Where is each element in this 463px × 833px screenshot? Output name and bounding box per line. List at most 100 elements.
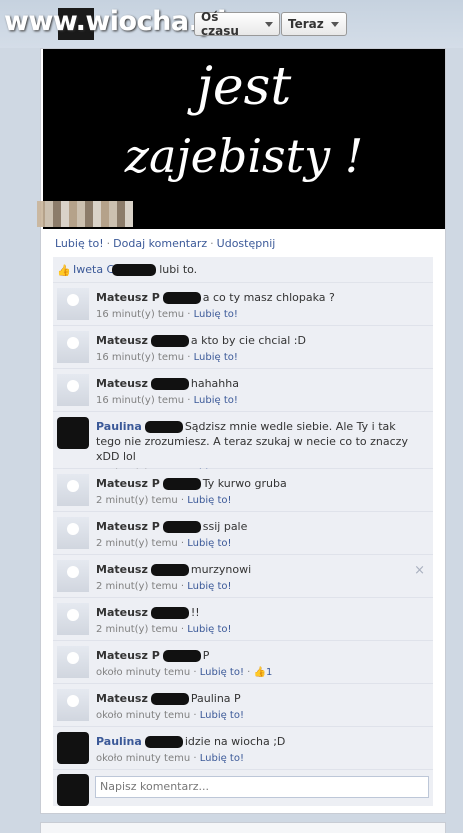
comment-text: Sądzisz mnie wedle siebie. Ale Ty i tak …: [96, 420, 408, 463]
comment-text: a co ty masz chlopaka ?: [202, 291, 335, 304]
comment-author[interactable]: Paulina: [96, 735, 142, 748]
redaction: [150, 564, 189, 576]
comment-like-link[interactable]: Lubię to!: [187, 581, 231, 592]
close-icon[interactable]: ×: [414, 563, 425, 578]
comment-body: Mateusz murzynowi 2 minut(y) temu · Lubię …: [96, 562, 421, 594]
share-link[interactable]: Udostępnij: [217, 237, 276, 250]
comment-avatar[interactable]: [57, 517, 89, 549]
comment-author[interactable]: Mateusz: [96, 692, 148, 705]
comment-body: Mateusz P ssij pale 2 minut(y) temu · Lubi…: [96, 519, 421, 551]
comment-item: Mateusz hahahha 16 minut(y) temu · Lubię t…: [53, 369, 433, 412]
comment-like-link[interactable]: Lubię to!: [187, 495, 231, 506]
comment-author[interactable]: Mateusz P: [96, 520, 160, 533]
comment-like-link[interactable]: Lubię to!: [194, 395, 238, 406]
timeline-label: Oś czasu: [201, 10, 239, 38]
comment-meta: 2 minut(y) temu · Lubię to!: [96, 581, 232, 592]
comment-meta: około minuty temu · Lubię to! · 👍1: [96, 667, 273, 678]
redaction: [112, 263, 157, 276]
comment-author[interactable]: Mateusz: [96, 563, 148, 576]
comment-time[interactable]: około minuty temu: [96, 710, 190, 721]
comment-time[interactable]: 2 minut(y) temu: [96, 495, 178, 506]
comment-item: Mateusz murzynowi 2 minut(y) temu · Lubię …: [53, 555, 433, 598]
comment-time[interactable]: 2 minut(y) temu: [96, 538, 178, 549]
comment-avatar[interactable]: [57, 603, 89, 635]
comment-avatar[interactable]: [57, 646, 89, 678]
comment-like-link[interactable]: Lubię to!: [200, 667, 244, 678]
post-actions: Lubię to! · Dodaj komentarz · Udostępnij: [55, 237, 276, 250]
comment-author[interactable]: Mateusz: [96, 377, 148, 390]
comment-time[interactable]: 16 minut(y) temu: [96, 309, 184, 320]
comment-body: Mateusz P a co ty masz chlopaka ? 16 minut…: [96, 290, 421, 322]
photo-text-line2: zajebisty !: [124, 129, 364, 183]
comment-item: Mateusz Paulina P około minuty temu · Lubi…: [53, 684, 433, 727]
comment-author[interactable]: Mateusz P: [96, 649, 160, 662]
comment-like-link[interactable]: Lubię to!: [187, 624, 231, 635]
redaction: [150, 693, 189, 705]
comment-time[interactable]: 2 minut(y) temu: [96, 624, 178, 635]
comment-author[interactable]: Mateusz P: [96, 291, 160, 304]
redaction: [144, 421, 183, 433]
redaction: [150, 607, 189, 619]
comment-item: Mateusz a kto by cie chcial :D 16 minut(y)…: [53, 326, 433, 369]
comment-avatar[interactable]: [57, 374, 89, 406]
comment-like-link[interactable]: Lubię to!: [194, 352, 238, 363]
comment-meta: około minuty temu · Lubię to!: [96, 753, 244, 764]
comment-time[interactable]: około minuty temu: [96, 667, 190, 678]
comment-time[interactable]: 2 minut(y) temu: [96, 581, 178, 592]
comment-avatar[interactable]: [57, 331, 89, 363]
current-user-avatar: [57, 774, 89, 806]
comment-body: Mateusz P Pokoło minuty temu · Lubię to! …: [96, 648, 421, 680]
add-comment-link[interactable]: Dodaj komentarz: [113, 237, 207, 250]
comment-meta: 16 minut(y) temu · Lubię to!: [96, 352, 238, 363]
comment-time[interactable]: 16 minut(y) temu: [96, 395, 184, 406]
comment-text: P: [202, 649, 210, 662]
comment-like-link[interactable]: Lubię to!: [200, 710, 244, 721]
likes-text: lubi to.: [159, 263, 198, 276]
now-dropdown[interactable]: Teraz: [281, 12, 347, 36]
comment-item: Paulina Sądzisz mnie wedle siebie. Ale Ty…: [53, 412, 433, 479]
comment-avatar[interactable]: [57, 732, 89, 764]
comment-item: Mateusz P ssij pale 2 minut(y) temu · Lubi…: [53, 512, 433, 555]
comment-text: murzynowi: [190, 563, 252, 576]
comment-avatar[interactable]: [57, 417, 89, 449]
comment-body: Mateusz Paulina P około minuty temu · Lubi…: [96, 691, 421, 723]
timeline-dropdown[interactable]: Oś czasu: [194, 10, 280, 38]
comment-time[interactable]: około minuty temu: [96, 753, 190, 764]
comment-like-link[interactable]: Lubię to!: [187, 538, 231, 549]
comment-time[interactable]: 16 minut(y) temu: [96, 352, 184, 363]
comment-meta: 16 minut(y) temu · Lubię to!: [96, 395, 238, 406]
comment-body: Paulina idzie na wiocha ;D około minuty te…: [96, 734, 421, 766]
like-link[interactable]: Lubię to!: [55, 237, 104, 250]
comment-item: Paulina idzie na wiocha ;D około minuty te…: [53, 727, 433, 770]
redaction: [162, 521, 201, 533]
comment-author[interactable]: Mateusz: [96, 334, 148, 347]
comment-author[interactable]: Paulina: [96, 420, 142, 433]
comment-like-link[interactable]: Lubię to!: [200, 753, 244, 764]
redaction: [162, 650, 201, 662]
comment-avatar[interactable]: [57, 288, 89, 320]
comment-text: ssij pale: [202, 520, 248, 533]
redaction: [150, 335, 189, 347]
comment-text: !!: [190, 606, 200, 619]
comment-meta: 2 minut(y) temu · Lubię to!: [96, 538, 232, 549]
watermark: www.wiocha.pl: [4, 6, 226, 37]
comment-avatar[interactable]: [57, 689, 89, 721]
comment-author[interactable]: Mateusz P: [96, 477, 160, 490]
redaction: [162, 478, 201, 490]
liker-name[interactable]: Iweta C: [73, 263, 114, 276]
comment-text: a kto by cie chcial :D: [190, 334, 306, 347]
comment-text: idzie na wiocha ;D: [184, 735, 286, 748]
comment-avatar[interactable]: [57, 474, 89, 506]
comment-input[interactable]: Napisz komentarz...: [95, 776, 429, 798]
comment-author[interactable]: Mateusz: [96, 606, 148, 619]
comment-body: Mateusz a kto by cie chcial :D 16 minut(y)…: [96, 333, 421, 365]
like-count[interactable]: 1: [266, 667, 272, 678]
comment-text: Ty kurwo gruba: [202, 477, 287, 490]
comment-meta: około minuty temu · Lubię to!: [96, 710, 244, 721]
redaction: [162, 292, 201, 304]
next-post-edge: [40, 822, 446, 833]
comment-avatar[interactable]: [57, 560, 89, 592]
comment-like-link[interactable]: Lubię to!: [194, 309, 238, 320]
chevron-down-icon: [265, 21, 273, 27]
comment-body: Mateusz hahahha 16 minut(y) temu · Lubię t…: [96, 376, 421, 408]
